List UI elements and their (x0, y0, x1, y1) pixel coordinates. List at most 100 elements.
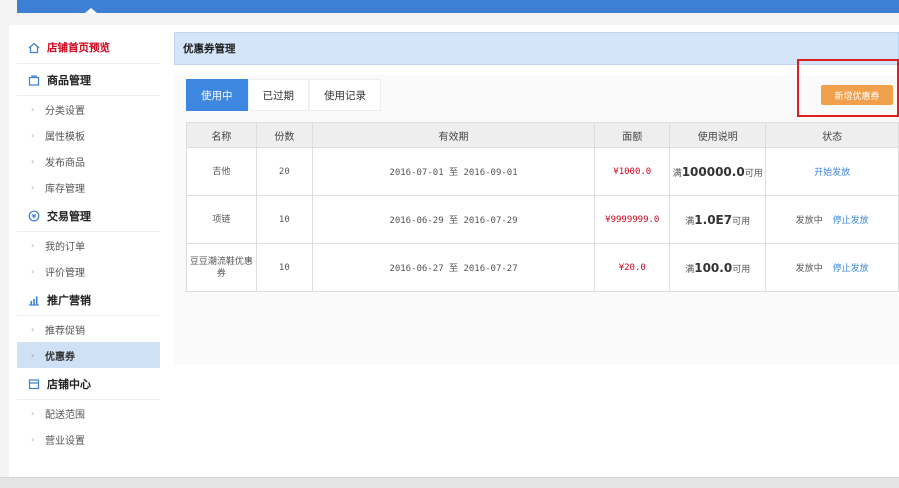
chevron-right-icon: › (31, 182, 35, 192)
table-row: 项链 10 2016-06-29 至 2016-07-29 ¥9999999.0… (186, 195, 899, 244)
stop-issue-link[interactable]: 停止发放 (833, 216, 869, 226)
status-text: 发放中 (795, 216, 823, 226)
coin-icon: ¥ (27, 209, 41, 223)
coupon-usage: 满100000.0可用 (669, 147, 767, 196)
home-icon (27, 41, 41, 55)
sidebar-item-label: 发布商品 (45, 157, 85, 169)
sidebar-item-label: 评价管理 (45, 267, 85, 279)
page-title: 优惠券管理 (174, 32, 899, 65)
chevron-right-icon: › (31, 240, 35, 250)
bar-chart-icon (27, 293, 41, 307)
coupon-status: 发放中 停止发放 (765, 195, 899, 244)
add-coupon-button[interactable]: 新增优惠券 (821, 85, 893, 105)
sidebar-item-home-preview[interactable]: 店铺首页预览 (17, 32, 160, 64)
usage-suffix: 可用 (732, 264, 751, 275)
sidebar-item-label: 优惠券 (45, 351, 75, 363)
coupon-amount: ¥9999999.0 (594, 195, 671, 244)
coupon-panel: 使用中 已过期 使用记录 新增优惠券 名称 份数 有效期 面额 使用说明 状态 (174, 59, 899, 365)
sidebar-item-label: 库存管理 (45, 183, 85, 195)
sidebar-group-trade[interactable]: ¥ 交易管理 (17, 200, 160, 232)
chevron-right-icon: › (31, 324, 35, 334)
tab-usage-records[interactable]: 使用记录 (309, 79, 381, 111)
sidebar-item-category[interactable]: › 分类设置 (17, 96, 160, 122)
coupon-count: 20 (255, 147, 313, 196)
table-header-row: 名称 份数 有效期 面额 使用说明 状态 (186, 122, 899, 148)
sidebar-item-attribute-template[interactable]: › 属性模板 (17, 122, 160, 148)
sidebar-group-marketing[interactable]: 推广营销 (17, 284, 160, 316)
table-row: 吉他 20 2016-07-01 至 2016-09-01 ¥1000.0 满1… (186, 147, 899, 196)
usage-prefix: 满 (685, 264, 695, 275)
top-nav-bar (17, 0, 899, 13)
coupon-name: 吉他 (186, 147, 257, 196)
sidebar-item-promotion[interactable]: › 推荐促销 (17, 316, 160, 342)
sidebar-group-goods[interactable]: 商品管理 (17, 64, 160, 96)
chevron-right-icon: › (31, 130, 35, 140)
sidebar-item-business-settings[interactable]: › 营业设置 (17, 426, 160, 452)
coupon-name: 项链 (186, 195, 257, 244)
coupon-count: 10 (255, 195, 313, 244)
coupon-period: 2016-06-27 至 2016-07-27 (311, 243, 596, 292)
chevron-right-icon: › (31, 156, 35, 166)
main-content: 优惠券管理 使用中 已过期 使用记录 新增优惠券 名称 份数 有效期 面额 使用… (174, 32, 899, 365)
sidebar-item-coupons[interactable]: › 优惠券 (17, 342, 160, 368)
tab-expired[interactable]: 已过期 (247, 79, 309, 111)
sidebar-item-label: 属性模板 (45, 131, 85, 143)
start-issue-link[interactable]: 开始发放 (814, 168, 850, 178)
sidebar-item-label: 分类设置 (45, 105, 85, 117)
sidebar-group-label: 商品管理 (47, 73, 91, 87)
coupon-status: 开始发放 (765, 147, 899, 196)
sidebar-group-label: 店铺中心 (47, 377, 91, 391)
chevron-right-icon: › (31, 350, 35, 360)
sidebar-group-label: 交易管理 (47, 209, 91, 223)
sidebar-item-label: 我的订单 (45, 241, 85, 253)
coupon-name: 豆豆潮流鞋优惠券 (186, 243, 257, 292)
usage-prefix: 满 (685, 216, 695, 227)
column-header: 状态 (765, 122, 899, 148)
usage-value: 100.0 (694, 260, 733, 275)
tab-bar: 使用中 已过期 使用记录 (186, 79, 381, 111)
chevron-right-icon: › (31, 104, 35, 114)
usage-suffix: 可用 (732, 216, 751, 227)
coupon-usage: 满1.0E7可用 (669, 195, 767, 244)
coupon-period: 2016-06-29 至 2016-07-29 (311, 195, 596, 244)
table-row: 豆豆潮流鞋优惠券 10 2016-06-27 至 2016-07-27 ¥20.… (186, 243, 899, 292)
sidebar: 店铺首页预览 商品管理 › 分类设置 › 属性模板 › 发布商品 › 库存管理 ¥ 交易… (17, 32, 160, 477)
sidebar-item-reviews[interactable]: › 评价管理 (17, 258, 160, 284)
sidebar-item-my-orders[interactable]: › 我的订单 (17, 232, 160, 258)
coupon-period: 2016-07-01 至 2016-09-01 (311, 147, 596, 196)
bottom-bar (0, 477, 899, 488)
usage-prefix: 满 (672, 168, 682, 179)
coupon-count: 10 (255, 243, 313, 292)
coupon-status: 发放中 停止发放 (765, 243, 899, 292)
column-header: 面额 (594, 122, 671, 148)
sidebar-item-inventory[interactable]: › 库存管理 (17, 174, 160, 200)
sidebar-home-label: 店铺首页预览 (47, 42, 110, 54)
chevron-right-icon: › (31, 434, 35, 444)
stop-issue-link[interactable]: 停止发放 (833, 264, 869, 274)
bag-icon (27, 73, 41, 87)
sidebar-item-label: 推荐促销 (45, 325, 85, 337)
chevron-right-icon: › (31, 266, 35, 276)
coupon-amount: ¥1000.0 (594, 147, 671, 196)
sidebar-group-shop-center[interactable]: 店铺中心 (17, 368, 160, 400)
sidebar-item-publish-goods[interactable]: › 发布商品 (17, 148, 160, 174)
status-text: 发放中 (795, 264, 823, 274)
coupon-amount: ¥20.0 (594, 243, 671, 292)
nav-pointer (85, 8, 97, 13)
usage-value: 100000.0 (681, 164, 745, 179)
usage-suffix: 可用 (744, 168, 763, 179)
sidebar-item-label: 配送范围 (45, 409, 85, 421)
column-header: 名称 (186, 122, 257, 148)
sidebar-item-delivery-range[interactable]: › 配送范围 (17, 400, 160, 426)
column-header: 份数 (255, 122, 313, 148)
coupon-table: 名称 份数 有效期 面额 使用说明 状态 吉他 20 2016-07-01 至 … (186, 122, 899, 292)
svg-text:¥: ¥ (32, 213, 37, 220)
sidebar-group-label: 推广营销 (47, 293, 91, 307)
coupon-usage: 满100.0可用 (669, 243, 767, 292)
column-header: 有效期 (311, 122, 596, 148)
chevron-right-icon: › (31, 408, 35, 418)
shop-icon (27, 377, 41, 391)
tab-in-use[interactable]: 使用中 (186, 79, 248, 111)
column-header: 使用说明 (669, 122, 767, 148)
sidebar-item-label: 营业设置 (45, 435, 85, 447)
